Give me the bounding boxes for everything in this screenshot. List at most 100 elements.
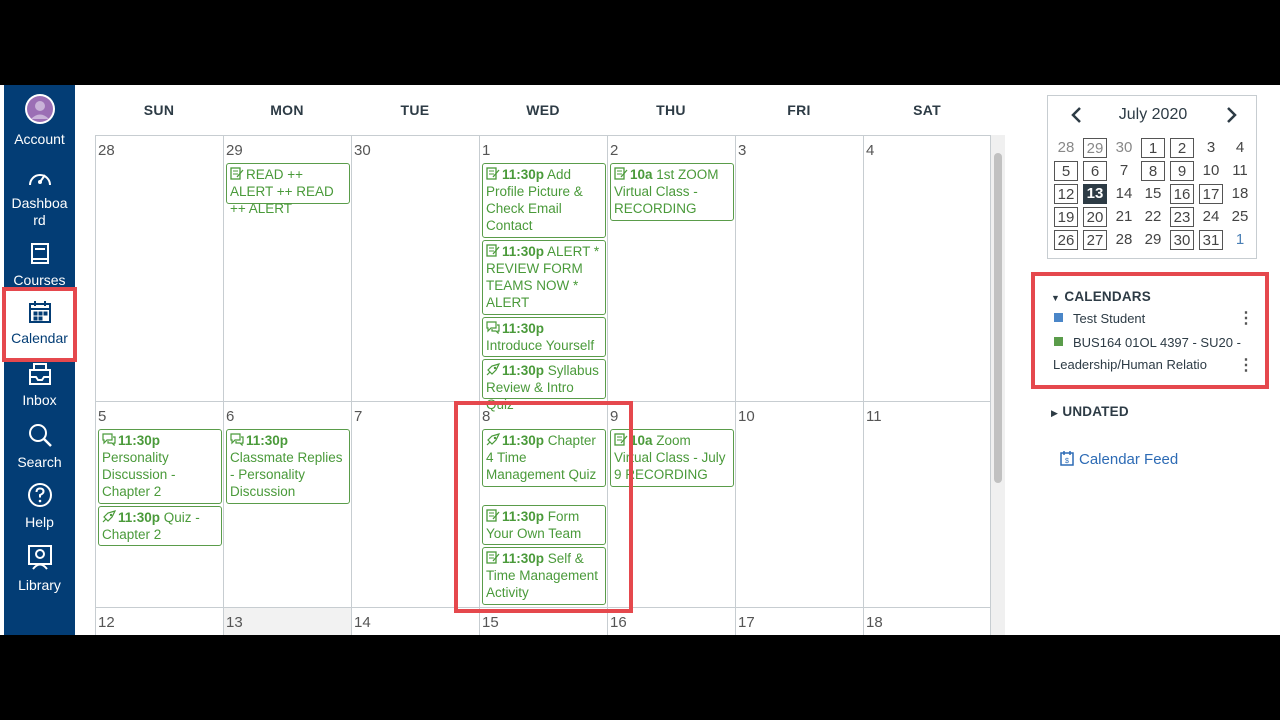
mini-calendar-day[interactable]: 30 xyxy=(1112,138,1136,158)
calendar-event[interactable]: 11:30p ALERT * REVIEW FORM TEAMS NOW * A… xyxy=(482,240,606,315)
mini-calendar-day[interactable]: 13 xyxy=(1083,184,1107,204)
mini-calendar-day[interactable]: 28 xyxy=(1054,138,1078,158)
day-number: 1 xyxy=(482,142,491,159)
day-cell[interactable]: 11 xyxy=(863,402,991,608)
highlight-calendars-panel xyxy=(1031,272,1269,389)
dayhead-wed: WED xyxy=(526,102,560,118)
week-row-1: 28 29 READ ++ ALERT ++ READ ++ ALERT 30 … xyxy=(95,136,991,412)
nav-library[interactable]: Library xyxy=(4,543,75,594)
mini-calendar-day[interactable]: 22 xyxy=(1141,207,1165,227)
mini-calendar-day[interactable]: 3 xyxy=(1199,138,1223,158)
assignment-icon xyxy=(614,167,628,180)
mini-calendar-day[interactable]: 28 xyxy=(1112,230,1136,250)
mini-calendar-day[interactable]: 29 xyxy=(1083,138,1107,158)
calendar-feed-link[interactable]: $ Calendar Feed xyxy=(1060,450,1178,468)
mini-calendar-day[interactable]: 15 xyxy=(1141,184,1165,204)
next-month-button[interactable] xyxy=(1226,106,1238,129)
mini-calendar-day[interactable]: 21 xyxy=(1112,207,1136,227)
mini-calendar-day[interactable]: 23 xyxy=(1170,207,1194,227)
nav-inbox[interactable]: Inbox xyxy=(4,362,75,409)
mini-calendar-day[interactable]: 6 xyxy=(1083,161,1107,181)
mini-calendar-day[interactable]: 29 xyxy=(1141,230,1165,250)
day-number: 15 xyxy=(482,614,499,631)
day-number: 29 xyxy=(226,142,243,159)
nav-search[interactable]: Search xyxy=(4,422,75,471)
mini-calendar-day[interactable]: 16 xyxy=(1170,184,1194,204)
library-icon xyxy=(4,543,75,575)
calendar-event[interactable]: 11:30p Classmate Replies - Personality D… xyxy=(226,429,350,504)
undated-toggle[interactable]: ▶ UNDATED xyxy=(1051,403,1129,421)
mini-calendar-day[interactable]: 20 xyxy=(1083,207,1107,227)
mini-calendar-day[interactable]: 14 xyxy=(1112,184,1136,204)
mini-calendar-day[interactable]: 19 xyxy=(1054,207,1078,227)
scrollbar-thumb[interactable] xyxy=(994,153,1002,483)
mini-calendar-day[interactable]: 4 xyxy=(1228,138,1252,158)
mini-calendar-day[interactable]: 25 xyxy=(1228,207,1252,227)
dayhead-mon: MON xyxy=(270,102,304,118)
mini-calendar-day[interactable]: 27 xyxy=(1083,230,1107,250)
mini-calendar-day[interactable]: 12 xyxy=(1054,184,1078,204)
mini-calendar-day[interactable]: 24 xyxy=(1199,207,1223,227)
dayhead-thu: THU xyxy=(656,102,686,118)
mini-calendar-day[interactable]: 8 xyxy=(1141,161,1165,181)
mini-calendar-day[interactable]: 1 xyxy=(1228,230,1252,250)
day-cell[interactable]: 3 xyxy=(735,136,863,402)
day-number: 4 xyxy=(866,142,875,159)
nav-label: Help xyxy=(25,514,54,530)
calendar-scrollbar[interactable] xyxy=(991,135,1005,635)
nav-label: Account xyxy=(14,131,65,147)
event-time: 10a xyxy=(630,433,653,448)
mini-calendar-day[interactable]: 2 xyxy=(1170,138,1194,158)
dayhead-sun: SUN xyxy=(143,102,175,118)
mini-calendar-day[interactable]: 26 xyxy=(1054,230,1078,250)
nav-account[interactable]: Account xyxy=(4,93,75,148)
day-cell[interactable]: 10 xyxy=(735,402,863,608)
day-cell[interactable]: 4 xyxy=(863,136,991,402)
day-cell[interactable]: 18 xyxy=(863,608,991,635)
nav-help[interactable]: Help xyxy=(4,482,75,531)
calendar-feed-label: Calendar Feed xyxy=(1079,451,1179,468)
mini-calendar-day[interactable]: 30 xyxy=(1170,230,1194,250)
day-number: 30 xyxy=(354,142,371,159)
day-cell[interactable]: 5 11:30p Personality Discussion - Chapte… xyxy=(95,402,223,608)
calendar-event[interactable]: 11:30p Personality Discussion - Chapter … xyxy=(98,429,222,504)
day-cell[interactable]: 12 xyxy=(95,608,223,635)
calendar-feed-icon: $ xyxy=(1060,451,1079,468)
day-cell[interactable]: 28 xyxy=(95,136,223,402)
calendar-event[interactable]: 11:30p Syllabus Review & Intro Quiz xyxy=(482,359,606,412)
calendar-event[interactable]: READ ++ ALERT ++ READ ++ ALERT xyxy=(226,163,350,216)
day-cell[interactable]: 30 xyxy=(351,136,479,402)
event-title: Introduce Yourself xyxy=(486,338,595,353)
day-cell[interactable]: 29 READ ++ ALERT ++ READ ++ ALERT xyxy=(223,136,351,402)
calendar-event[interactable]: 11:30p Quiz - Chapter 2 xyxy=(98,506,222,546)
day-number: 28 xyxy=(98,142,115,159)
svg-text:$: $ xyxy=(1065,458,1069,465)
day-cell[interactable]: 6 11:30p Classmate Replies - Personality… xyxy=(223,402,351,608)
calendar-event[interactable]: 10a 1st ZOOM Virtual Class - RECORDING xyxy=(610,163,734,221)
nav-dashboard[interactable]: Dashboard xyxy=(4,167,75,229)
calendar-event[interactable]: 11:30p Introduce Yourself xyxy=(482,317,606,357)
day-number: 5 xyxy=(98,408,107,425)
calendar-event[interactable]: 11:30p Add Profile Picture & Check Email… xyxy=(482,163,606,238)
nav-label: Library xyxy=(18,577,61,593)
day-cell[interactable]: 17 xyxy=(735,608,863,635)
dayhead-fri: FRI xyxy=(787,102,811,118)
mini-calendar-day[interactable]: 18 xyxy=(1228,184,1252,204)
day-number: 14 xyxy=(354,614,371,631)
mini-calendar-day[interactable]: 11 xyxy=(1228,161,1252,181)
day-cell[interactable]: 2 10a 1st ZOOM Virtual Class - RECORDING xyxy=(607,136,735,402)
nav-courses[interactable]: Courses xyxy=(4,242,75,289)
mini-calendar-day[interactable]: 17 xyxy=(1199,184,1223,204)
mini-calendar: July 2020 28 29 30 1 2 3 4 5 6 7 8 9 10 11 12 13 14 15 16 1… xyxy=(1047,95,1257,259)
mini-calendar-day[interactable]: 7 xyxy=(1112,161,1136,181)
day-number: 16 xyxy=(610,614,627,631)
day-cell-today[interactable]: 13 xyxy=(223,608,351,635)
mini-calendar-day[interactable]: 9 xyxy=(1170,161,1194,181)
mini-calendar-day[interactable]: 5 xyxy=(1054,161,1078,181)
dashboard-gauge-icon xyxy=(4,167,75,193)
mini-calendar-day[interactable]: 1 xyxy=(1141,138,1165,158)
mini-calendar-day[interactable]: 10 xyxy=(1199,161,1223,181)
mini-calendar-day[interactable]: 31 xyxy=(1199,230,1223,250)
highlight-calendar-nav xyxy=(2,287,77,362)
day-cell[interactable]: 1 11:30p Add Profile Picture & Check Ema… xyxy=(479,136,607,412)
